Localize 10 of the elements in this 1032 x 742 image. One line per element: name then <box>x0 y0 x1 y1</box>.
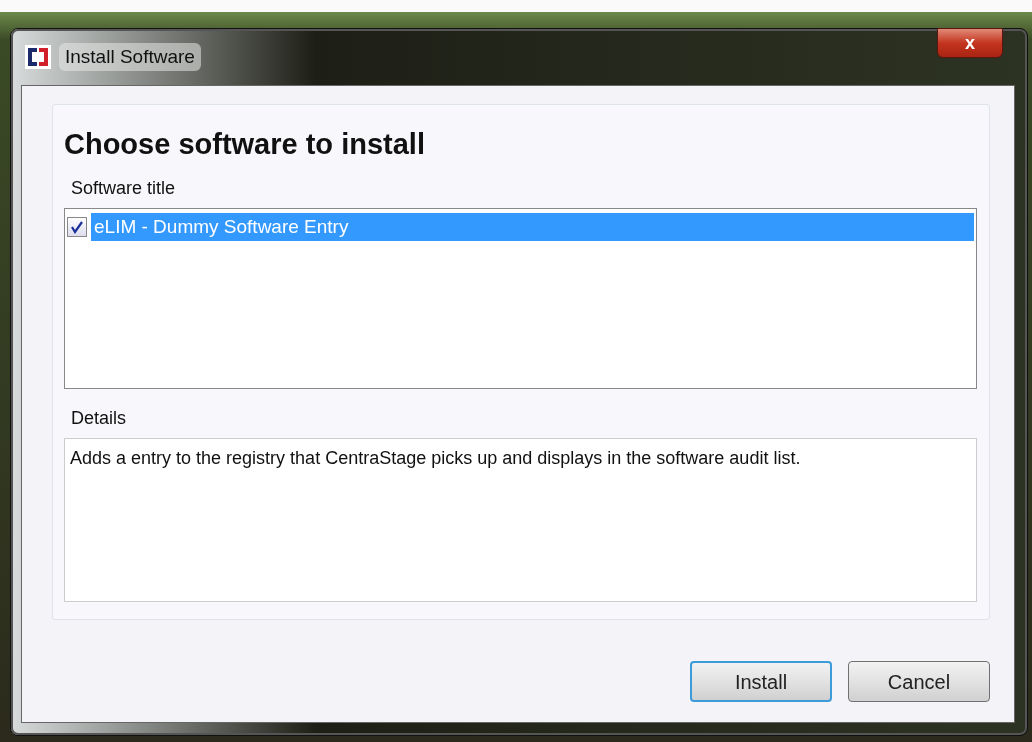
details-label: Details <box>71 406 128 430</box>
dialog-button[interactable]: Cancel <box>848 661 990 702</box>
window-title: Install Software <box>59 42 201 72</box>
checkbox[interactable] <box>67 216 87 237</box>
dialog-heading: Choose software to install <box>64 127 426 162</box>
details-text: Adds a entry to the registry that CentraStage picks up and displays in the software audit list. <box>64 437 977 602</box>
app-icon <box>25 45 51 69</box>
list-label: Software title <box>71 176 177 200</box>
dialog-button[interactable]: Install <box>690 661 832 702</box>
close-button[interactable]: x <box>937 28 1003 58</box>
